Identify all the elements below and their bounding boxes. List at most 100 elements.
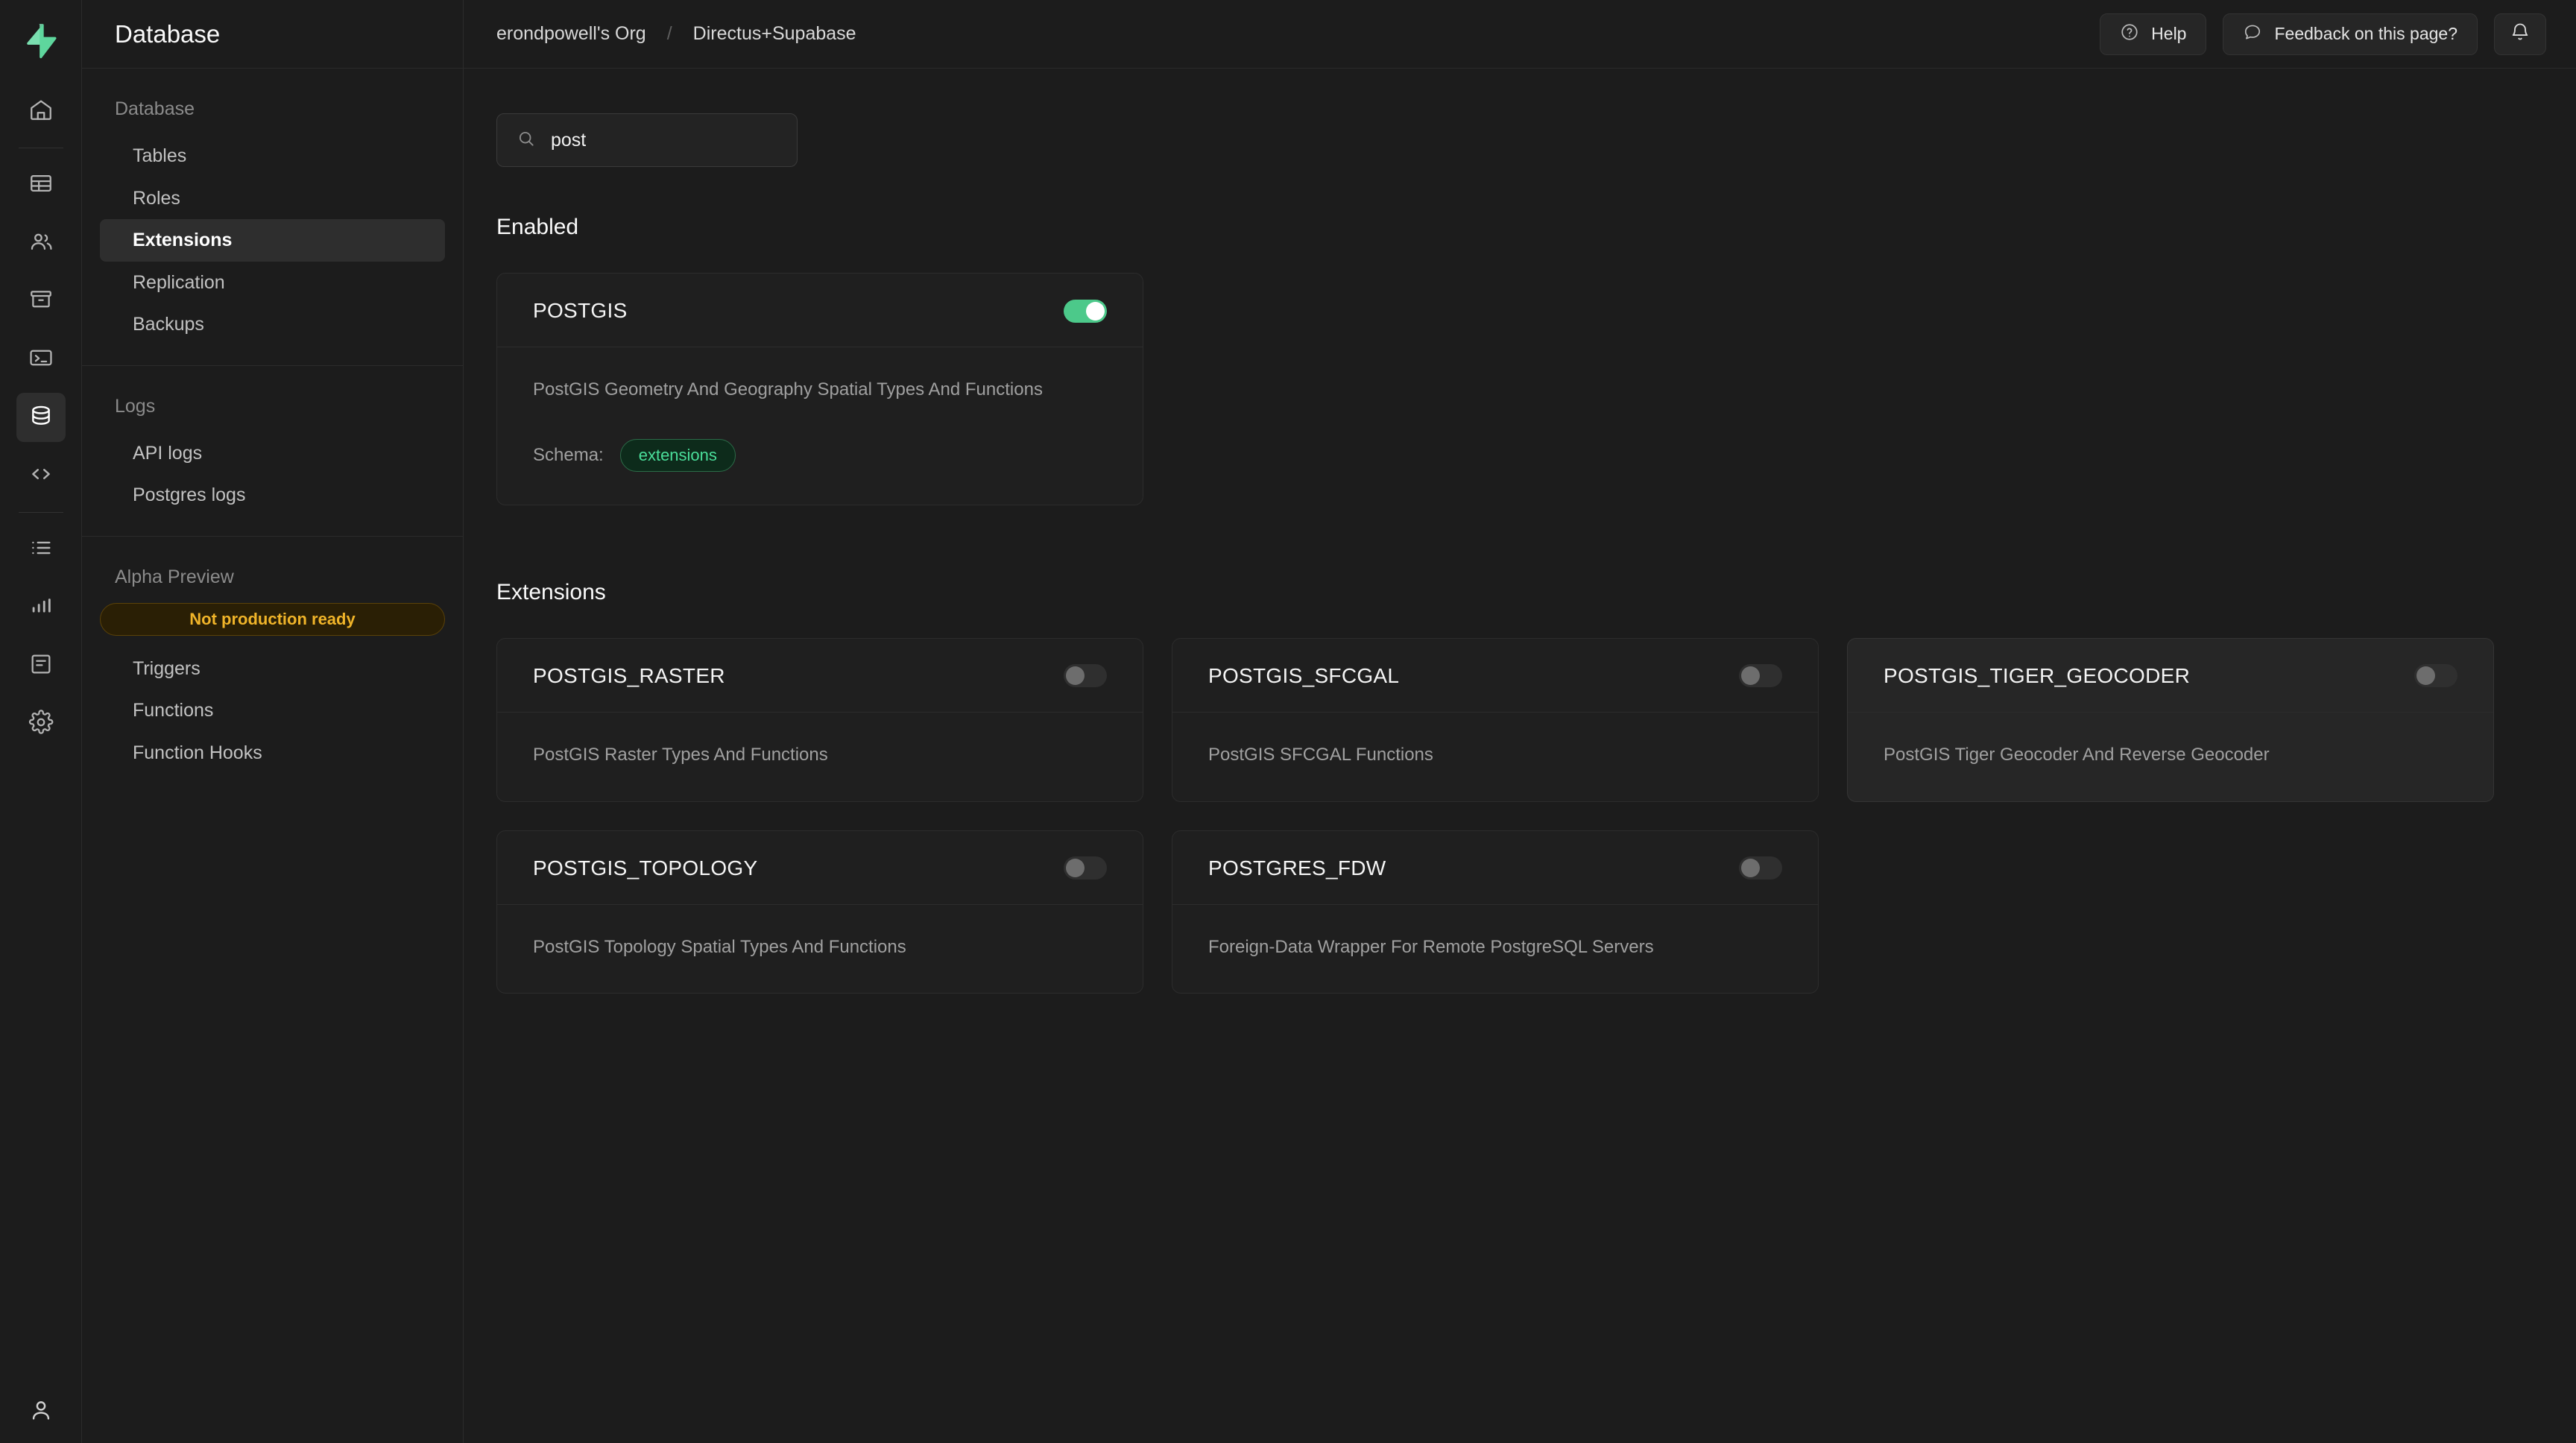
schema-row: Schema: extensions — [533, 439, 1107, 472]
extension-description: PostGIS SFCGAL Functions — [1208, 742, 1782, 768]
sidebar-header: Database — [82, 0, 463, 69]
bell-icon — [2510, 22, 2531, 47]
supabase-logo[interactable] — [0, 0, 82, 82]
sidebar-item-extensions[interactable]: Extensions — [100, 219, 445, 262]
docs-file-icon — [28, 651, 54, 681]
rail-item-table-editor[interactable] — [16, 160, 66, 209]
sql-editor-icon — [28, 345, 54, 374]
storage-icon — [28, 287, 54, 316]
help-label: Help — [2151, 24, 2186, 44]
card-header: POSTGRES_FDW — [1172, 831, 1818, 905]
rail-item-docs[interactable] — [16, 641, 66, 690]
rail-item-database[interactable] — [16, 393, 66, 442]
not-production-ready-badge: Not production ready — [100, 603, 445, 636]
extension-name: POSTGIS — [533, 299, 628, 323]
user-account-icon — [28, 1398, 54, 1427]
icon-rail — [0, 0, 82, 1443]
sidebar-item-postgres-logs[interactable]: Postgres logs — [100, 474, 445, 517]
extension-description: PostGIS Geometry And Geography Spatial T… — [533, 377, 1107, 403]
extension-name: POSTGRES_FDW — [1208, 856, 1386, 880]
schema-label: Schema: — [533, 445, 604, 466]
home-icon — [28, 97, 54, 126]
card-body: PostGIS SFCGAL Functions — [1172, 713, 1818, 801]
card-body: PostGIS Geometry And Geography Spatial T… — [497, 347, 1143, 505]
rail-item-sql-editor[interactable] — [16, 335, 66, 384]
extension-name: POSTGIS_RASTER — [533, 664, 725, 688]
extension-name: POSTGIS_TIGER_GEOCODER — [1884, 664, 2190, 688]
card-header: POSTGIS_TIGER_GEOCODER — [1848, 639, 2493, 713]
extension-description: PostGIS Topology Spatial Types And Funct… — [533, 935, 1107, 961]
settings-gear-icon — [28, 710, 54, 739]
extension-card-postgis-topology[interactable]: POSTGIS_TOPOLOGY PostGIS Topology Spatia… — [496, 830, 1143, 994]
authentication-users-icon — [28, 229, 54, 258]
sidebar-item-replication[interactable]: Replication — [100, 262, 445, 304]
reports-chart-icon — [28, 593, 54, 622]
sidebar-section-label-alpha: Alpha Preview — [82, 566, 463, 603]
extension-card-postgres-fdw[interactable]: POSTGRES_FDW Foreign-Data Wrapper For Re… — [1172, 830, 1819, 994]
rail-account-button[interactable] — [0, 1398, 82, 1427]
extension-card-postgis-raster[interactable]: POSTGIS_RASTER PostGIS Raster Types And … — [496, 638, 1143, 802]
rail-item-reports[interactable] — [16, 583, 66, 632]
card-body: PostGIS Tiger Geocoder And Reverse Geoco… — [1848, 713, 2493, 801]
rail-item-home[interactable] — [16, 86, 66, 136]
extension-card-postgis[interactable]: POSTGIS PostGIS Geometry And Geography S… — [496, 273, 1143, 505]
extensions-content: Enabled POSTGIS PostGIS Geometry And Geo… — [464, 69, 2576, 1443]
extension-toggle-postgis-tiger-geocoder[interactable] — [2414, 664, 2457, 687]
sidebar-item-roles[interactable]: Roles — [100, 177, 445, 220]
extension-description: PostGIS Tiger Geocoder And Reverse Geoco… — [1884, 742, 2457, 768]
feedback-label: Feedback on this page? — [2274, 24, 2457, 44]
extensions-grid: POSTGIS_RASTER PostGIS Raster Types And … — [496, 638, 2543, 994]
sidebar-title: Database — [115, 20, 220, 48]
breadcrumb-org[interactable]: erondpowell's Org — [496, 23, 646, 45]
extension-toggle-postgis-raster[interactable] — [1064, 664, 1107, 687]
sidebar-item-api-logs[interactable]: API logs — [100, 432, 445, 475]
notifications-button[interactable] — [2494, 13, 2546, 55]
breadcrumb-separator: / — [667, 23, 672, 45]
sidebar-item-tables[interactable]: Tables — [100, 135, 445, 177]
extension-card-postgis-tiger-geocoder[interactable]: POSTGIS_TIGER_GEOCODER PostGIS Tiger Geo… — [1847, 638, 2494, 802]
toggle-knob — [1086, 302, 1105, 321]
card-header: POSTGIS_SFCGAL — [1172, 639, 1818, 713]
app-root: Database Database Tables Roles Extension… — [0, 0, 2576, 1443]
rail-item-authentication[interactable] — [16, 218, 66, 268]
rail-item-api[interactable] — [16, 451, 66, 500]
rail-item-storage[interactable] — [16, 277, 66, 326]
toggle-knob — [1066, 666, 1085, 685]
search-input[interactable] — [551, 130, 777, 151]
card-body: PostGIS Topology Spatial Types And Funct… — [497, 905, 1143, 994]
main-panel: erondpowell's Org / Directus+Supabase He… — [464, 0, 2576, 1443]
card-header: POSTGIS_RASTER — [497, 639, 1143, 713]
toggle-knob — [1741, 859, 1760, 877]
extension-toggle-postgis-sfcgal[interactable] — [1739, 664, 1782, 687]
topbar: erondpowell's Org / Directus+Supabase He… — [464, 0, 2576, 69]
schema-badge: extensions — [620, 439, 736, 472]
rail-item-settings[interactable] — [16, 699, 66, 748]
logs-list-icon — [28, 535, 54, 564]
search-icon — [517, 129, 536, 152]
rail-divider-2 — [19, 512, 63, 513]
rail-group-primary — [0, 82, 81, 753]
extensions-search[interactable] — [496, 113, 798, 167]
breadcrumb: erondpowell's Org / Directus+Supabase — [496, 23, 856, 45]
breadcrumb-project[interactable]: Directus+Supabase — [693, 23, 856, 45]
sidebar-section-label: Database — [82, 98, 463, 135]
card-body: PostGIS Raster Types And Functions — [497, 713, 1143, 801]
feedback-button[interactable]: Feedback on this page? — [2223, 13, 2478, 55]
sidebar-item-function-hooks[interactable]: Function Hooks — [100, 732, 445, 774]
sidebar-item-backups[interactable]: Backups — [100, 303, 445, 346]
extension-name: POSTGIS_TOPOLOGY — [533, 856, 757, 880]
extension-toggle-postgis[interactable] — [1064, 300, 1107, 323]
sidebar-item-triggers[interactable]: Triggers — [100, 648, 445, 690]
toggle-knob — [2416, 666, 2435, 685]
enabled-section-title: Enabled — [496, 215, 2543, 240]
rail-item-logs[interactable] — [16, 525, 66, 574]
extension-toggle-postgis-topology[interactable] — [1064, 856, 1107, 880]
toggle-knob — [1066, 859, 1085, 877]
extension-card-postgis-sfcgal[interactable]: POSTGIS_SFCGAL PostGIS SFCGAL Functions — [1172, 638, 1819, 802]
help-button[interactable]: Help — [2100, 13, 2206, 55]
sidebar-section-alpha-preview: Alpha Preview Not production ready Trigg… — [82, 536, 463, 794]
sidebar-item-functions[interactable]: Functions — [100, 689, 445, 732]
extension-toggle-postgres-fdw[interactable] — [1739, 856, 1782, 880]
database-sidebar: Database Database Tables Roles Extension… — [82, 0, 464, 1443]
sidebar-section-database: Database Tables Roles Extensions Replica… — [82, 69, 463, 365]
